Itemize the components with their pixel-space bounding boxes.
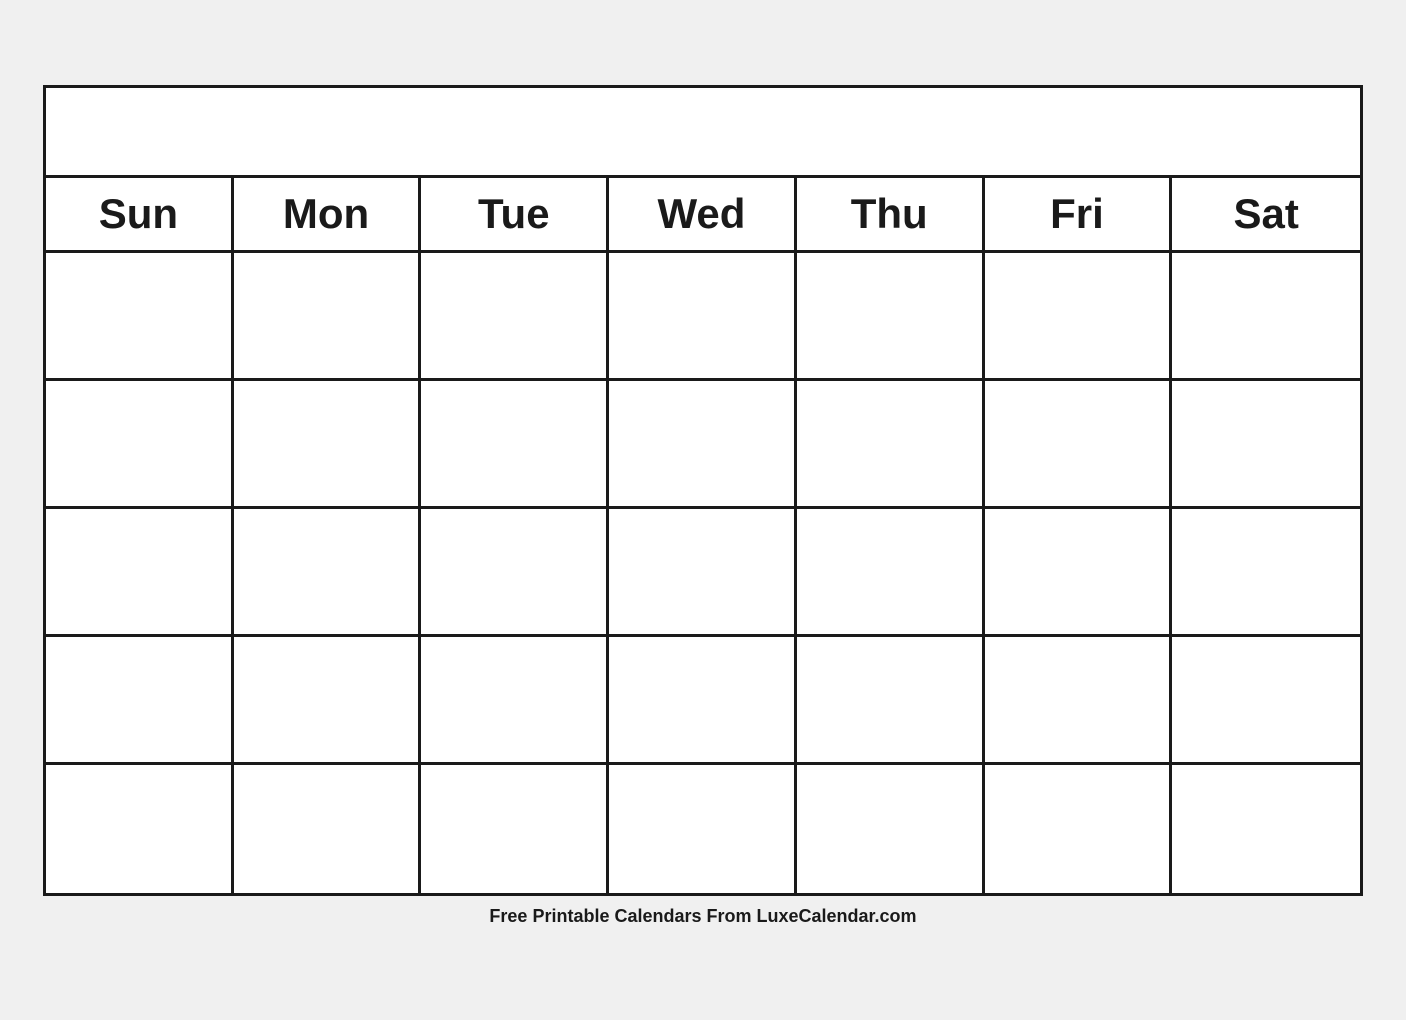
- cell-2-2[interactable]: [234, 381, 422, 506]
- cell-3-7[interactable]: [1172, 509, 1360, 634]
- calendar-header: Sun Mon Tue Wed Thu Fri Sat: [46, 178, 1360, 253]
- cell-4-2[interactable]: [234, 637, 422, 762]
- cell-1-2[interactable]: [234, 253, 422, 378]
- cell-3-2[interactable]: [234, 509, 422, 634]
- cell-1-4[interactable]: [609, 253, 797, 378]
- cell-5-2[interactable]: [234, 765, 422, 893]
- header-sat: Sat: [1172, 178, 1360, 250]
- header-tue: Tue: [421, 178, 609, 250]
- cell-4-5[interactable]: [797, 637, 985, 762]
- calendar-page: Sun Mon Tue Wed Thu Fri Sat: [43, 85, 1363, 896]
- cell-5-5[interactable]: [797, 765, 985, 893]
- cell-3-3[interactable]: [421, 509, 609, 634]
- cell-1-3[interactable]: [421, 253, 609, 378]
- cell-4-6[interactable]: [985, 637, 1173, 762]
- cell-1-1[interactable]: [46, 253, 234, 378]
- cell-4-1[interactable]: [46, 637, 234, 762]
- header-thu: Thu: [797, 178, 985, 250]
- cell-4-7[interactable]: [1172, 637, 1360, 762]
- calendar-row-1: [46, 253, 1360, 381]
- calendar-row-4: [46, 637, 1360, 765]
- cell-4-4[interactable]: [609, 637, 797, 762]
- cell-2-6[interactable]: [985, 381, 1173, 506]
- calendar-row-3: [46, 509, 1360, 637]
- cell-5-1[interactable]: [46, 765, 234, 893]
- cell-2-3[interactable]: [421, 381, 609, 506]
- calendar-row-2: [46, 381, 1360, 509]
- cell-3-4[interactable]: [609, 509, 797, 634]
- calendar-body: [46, 253, 1360, 893]
- cell-3-5[interactable]: [797, 509, 985, 634]
- cell-5-6[interactable]: [985, 765, 1173, 893]
- cell-2-7[interactable]: [1172, 381, 1360, 506]
- header-sun: Sun: [46, 178, 234, 250]
- cell-5-4[interactable]: [609, 765, 797, 893]
- calendar-row-5: [46, 765, 1360, 893]
- cell-1-5[interactable]: [797, 253, 985, 378]
- cell-4-3[interactable]: [421, 637, 609, 762]
- footer-text: Free Printable Calendars From LuxeCalend…: [489, 896, 916, 935]
- cell-3-6[interactable]: [985, 509, 1173, 634]
- cell-1-6[interactable]: [985, 253, 1173, 378]
- cell-2-4[interactable]: [609, 381, 797, 506]
- header-mon: Mon: [234, 178, 422, 250]
- cell-2-5[interactable]: [797, 381, 985, 506]
- header-fri: Fri: [985, 178, 1173, 250]
- cell-3-1[interactable]: [46, 509, 234, 634]
- cell-1-7[interactable]: [1172, 253, 1360, 378]
- cell-2-1[interactable]: [46, 381, 234, 506]
- cell-5-3[interactable]: [421, 765, 609, 893]
- cell-5-7[interactable]: [1172, 765, 1360, 893]
- calendar-title-row: [46, 88, 1360, 178]
- header-wed: Wed: [609, 178, 797, 250]
